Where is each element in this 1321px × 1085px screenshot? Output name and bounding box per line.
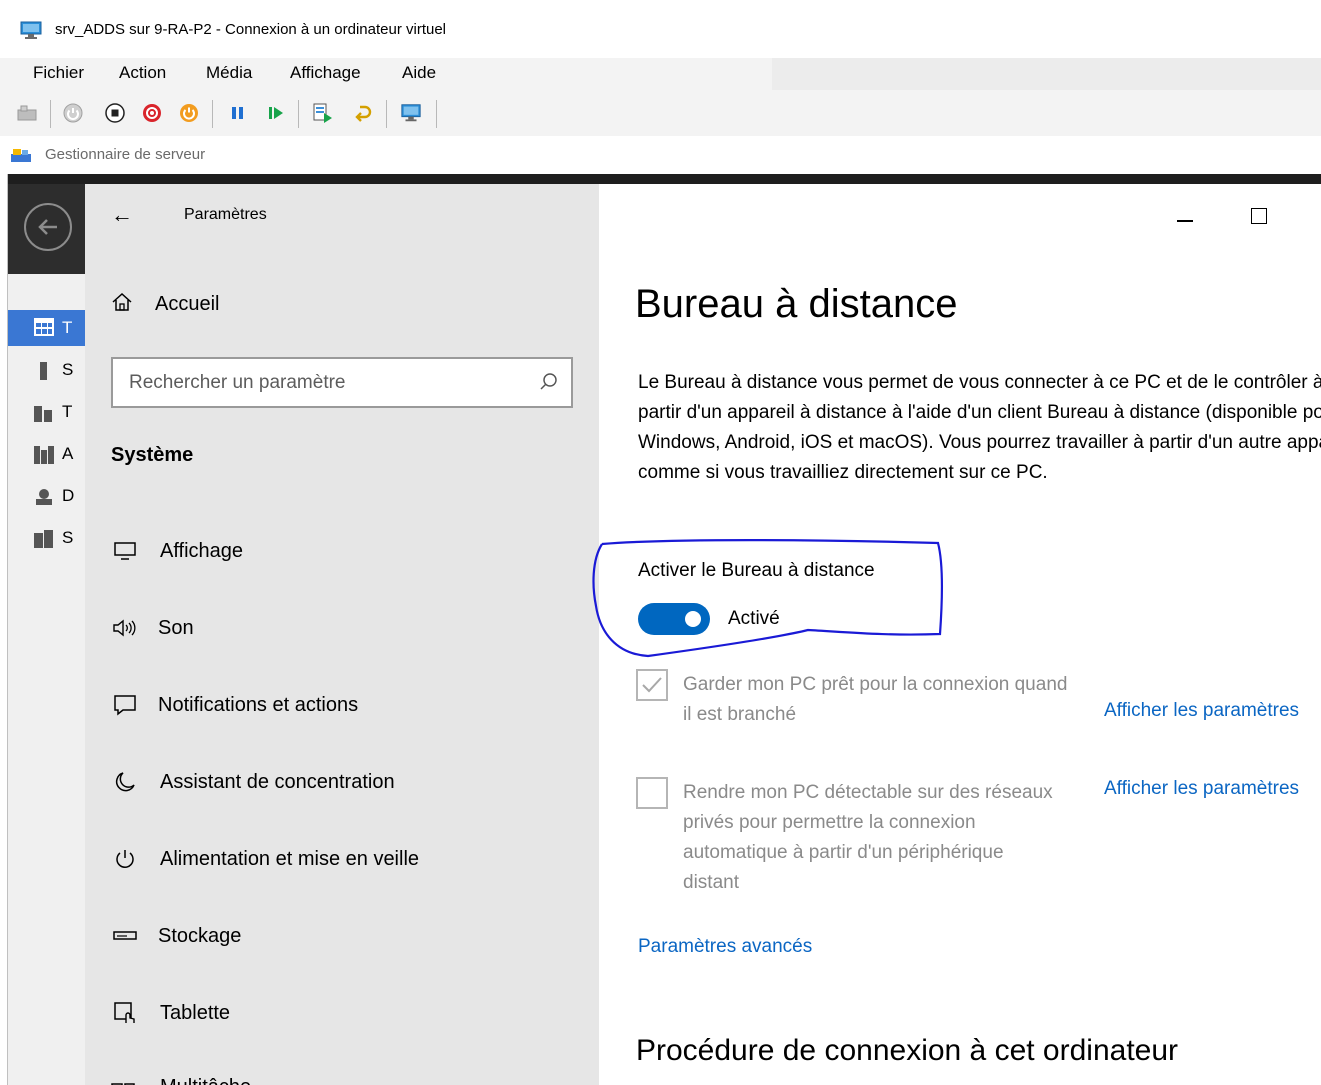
show-settings-link-2[interactable]: Afficher les paramètres xyxy=(1104,778,1299,800)
power-icon xyxy=(111,847,139,871)
nav-item-notifications[interactable]: Notifications et actions xyxy=(111,690,358,720)
page-description: Le Bureau à distance vous permet de vous… xyxy=(638,372,1321,483)
servers-icon xyxy=(34,404,54,422)
search-input[interactable] xyxy=(129,369,529,397)
shutdown-icon[interactable] xyxy=(141,102,163,124)
window-title: srv_ADDS sur 9-RA-P2 - Connexion à un or… xyxy=(55,21,447,38)
file-services-icon xyxy=(34,529,54,548)
turnoff-icon[interactable] xyxy=(104,102,126,124)
server-manager-sidebar: T S T A D S xyxy=(8,274,85,1085)
keep-awake-checkbox[interactable] xyxy=(636,669,668,701)
menu-media[interactable]: Média xyxy=(204,63,254,83)
vm-connect-icon xyxy=(20,21,44,39)
sidebar-item-dashboard-selected[interactable]: T xyxy=(8,310,85,346)
nav-item-tablet[interactable]: Tablette xyxy=(111,998,230,1028)
discoverable-text: Rendre mon PC détectable sur des réseaux… xyxy=(683,782,1053,893)
keep-awake-text: Garder mon PC prêt pour la connexion qua… xyxy=(683,674,1068,725)
nav-item-label: Affichage xyxy=(160,539,244,562)
back-arrow-icon[interactable]: ← xyxy=(111,202,133,228)
nav-item-label: Notifications et actions xyxy=(158,693,359,716)
nav-item-son[interactable]: Son xyxy=(111,613,194,643)
toolbar-separator xyxy=(298,100,299,128)
guest-top-bar xyxy=(8,174,1321,184)
nav-section-title: Système xyxy=(111,444,194,466)
server-manager-titlebar: Gestionnaire de serveur xyxy=(0,136,1321,174)
advanced-settings-link[interactable]: Paramètres avancés xyxy=(638,936,812,958)
vm-toolbar xyxy=(0,90,1321,136)
settings-app-title: Paramètres xyxy=(184,206,267,223)
show-settings-link-1[interactable]: Afficher les paramètres xyxy=(1104,700,1299,722)
nav-home-label: Accueil xyxy=(155,293,220,315)
home-icon xyxy=(111,292,133,317)
toolbar-separator xyxy=(436,100,437,128)
back-arrow-icon xyxy=(38,219,57,235)
settings-search[interactable] xyxy=(111,357,573,408)
guest-left-edge xyxy=(0,174,8,1085)
window-controls xyxy=(599,200,1321,240)
tablet-icon xyxy=(111,1001,139,1025)
dns-icon xyxy=(34,488,54,506)
ctrl-alt-del-icon[interactable] xyxy=(16,102,38,124)
minimize-button[interactable] xyxy=(1177,220,1193,222)
maximize-button[interactable] xyxy=(1251,208,1267,224)
save-icon[interactable] xyxy=(178,102,200,124)
server-manager-icon xyxy=(10,146,34,169)
dashboard-icon xyxy=(34,318,54,341)
nav-item-label: Tablette xyxy=(160,1001,231,1024)
settings-nav-pane: ← Paramètres Accueil Système Affichage S… xyxy=(85,184,599,1085)
vm-menubar: Fichier Action Média Affichage Aide xyxy=(0,58,1321,90)
sidebar-item-label: T xyxy=(62,318,73,337)
nav-item-multitasking[interactable]: Multitâche xyxy=(111,1076,251,1085)
menu-action[interactable]: Action xyxy=(117,63,168,83)
resume-icon[interactable] xyxy=(265,102,287,124)
checkmark-icon xyxy=(642,677,662,693)
nav-item-affichage[interactable]: Affichage xyxy=(111,536,243,566)
focus-assist-icon xyxy=(111,770,139,794)
nav-item-power[interactable]: Alimentation et mise en veille xyxy=(111,844,419,874)
nav-item-storage[interactable]: Stockage xyxy=(111,921,241,951)
nav-item-label: Son xyxy=(158,616,194,639)
menu-fichier[interactable]: Fichier xyxy=(31,63,86,83)
server-icon xyxy=(34,361,54,380)
checkpoint-icon[interactable] xyxy=(312,102,334,124)
toolbar-separator xyxy=(50,100,51,128)
enhanced-session-icon[interactable] xyxy=(400,102,422,124)
nav-item-label: Assistant de concentration xyxy=(160,770,395,793)
revert-icon[interactable] xyxy=(352,102,374,124)
multitasking-icon xyxy=(111,1076,139,1085)
notifications-icon xyxy=(111,693,139,717)
sm-back-button[interactable] xyxy=(24,203,72,251)
discoverable-checkbox[interactable] xyxy=(636,777,668,809)
menu-affichage[interactable]: Affichage xyxy=(288,63,363,83)
highlight-annotation xyxy=(592,539,944,658)
vm-titlebar: srv_ADDS sur 9-RA-P2 - Connexion à un or… xyxy=(0,0,1321,58)
nav-item-label: Stockage xyxy=(158,924,242,947)
pause-icon[interactable] xyxy=(227,102,249,124)
nav-item-label: Multitâche xyxy=(160,1076,251,1085)
nav-home[interactable]: Accueil xyxy=(111,292,219,317)
page-title: Bureau à distance xyxy=(635,282,958,326)
display-icon xyxy=(111,539,139,563)
nav-item-label: Alimentation et mise en veille xyxy=(160,847,420,870)
server-manager-title: Gestionnaire de serveur xyxy=(45,146,206,163)
adds-icon xyxy=(34,445,54,464)
connect-procedure-heading: Procédure de connexion à cet ordinateur xyxy=(636,1034,1179,1067)
search-icon xyxy=(539,372,559,397)
toolbar-separator xyxy=(212,100,213,128)
nav-item-focus-assist[interactable]: Assistant de concentration xyxy=(111,767,395,797)
storage-icon xyxy=(111,924,139,948)
toolbar-separator xyxy=(386,100,387,128)
sound-icon xyxy=(111,616,139,640)
start-icon[interactable] xyxy=(62,102,84,124)
menu-aide[interactable]: Aide xyxy=(400,63,438,83)
menubar-filler xyxy=(772,58,1321,90)
